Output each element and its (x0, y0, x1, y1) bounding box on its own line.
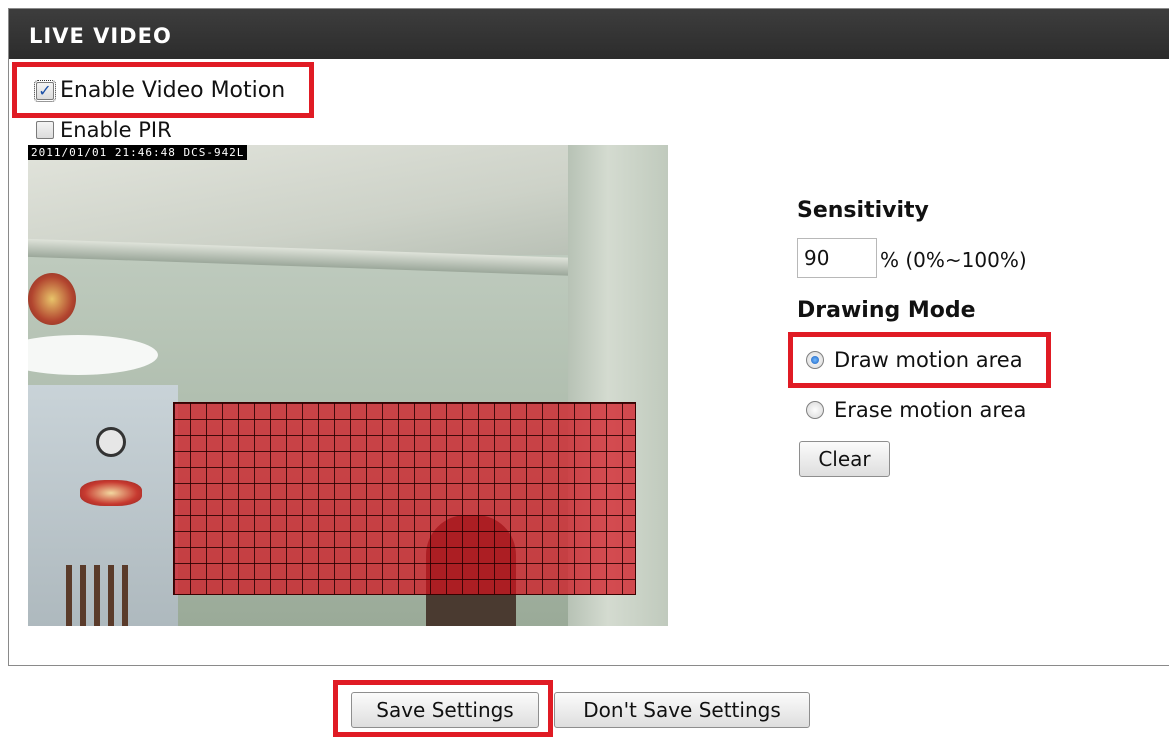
wall-clock (96, 427, 126, 457)
wall-ornament (80, 480, 142, 506)
clear-button[interactable]: Clear (799, 441, 890, 477)
draw-motion-area-radio[interactable] (806, 351, 824, 369)
enable-video-motion-row[interactable]: ✓ Enable Video Motion (34, 78, 286, 103)
panel-header: LIVE VIDEO (9, 9, 1169, 59)
video-timestamp: 2011/01/01 21:46:48 DCS-942L (28, 145, 248, 160)
enable-pir-row[interactable]: Enable PIR (36, 118, 172, 142)
enable-video-motion-label: Enable Video Motion (60, 78, 286, 103)
enable-pir-checkbox[interactable] (36, 121, 54, 139)
drawing-mode-heading: Drawing Mode (797, 298, 976, 323)
motion-area-grid[interactable] (173, 402, 636, 595)
draw-motion-area-option[interactable]: Draw motion area (806, 348, 1023, 372)
sensitivity-input[interactable] (797, 238, 877, 278)
erase-motion-area-label: Erase motion area (834, 398, 1027, 422)
draw-motion-area-label: Draw motion area (834, 348, 1023, 372)
wall-decoration (28, 273, 76, 325)
sensitivity-heading: Sensitivity (797, 198, 929, 223)
dont-save-settings-button[interactable]: Don't Save Settings (554, 692, 810, 728)
erase-motion-area-radio[interactable] (806, 401, 824, 419)
enable-video-motion-checkbox[interactable]: ✓ (34, 79, 56, 102)
chair (66, 565, 136, 626)
live-video-view[interactable]: 2011/01/01 21:46:48 DCS-942L (28, 145, 668, 626)
erase-motion-area-option[interactable]: Erase motion area (806, 398, 1026, 422)
panel-title: LIVE VIDEO (29, 24, 172, 48)
sensitivity-range: % (0%~100%) (880, 248, 1027, 272)
ceiling-lamp (28, 335, 158, 375)
save-settings-button[interactable]: Save Settings (351, 692, 539, 728)
enable-pir-label: Enable PIR (60, 118, 172, 142)
